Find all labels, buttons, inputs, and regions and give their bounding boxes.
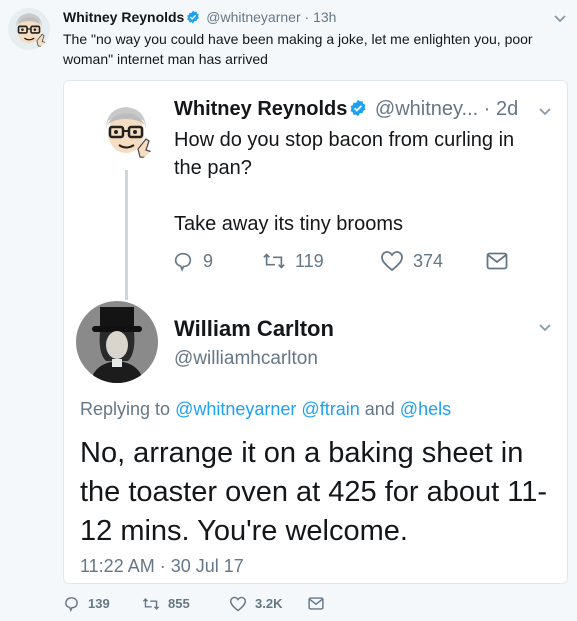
retweet-action[interactable]: 119 xyxy=(262,250,380,272)
retweet-action[interactable]: 855 xyxy=(142,596,229,612)
quoted-text-line2: Take away its tiny brooms xyxy=(174,213,403,235)
quoted-tweet-actions: 9 119 374 xyxy=(172,250,508,272)
author-handle[interactable]: @whitneyarner xyxy=(206,9,300,25)
avatar[interactable] xyxy=(8,8,50,50)
reply-action[interactable]: 9 xyxy=(172,250,262,272)
retweet-icon xyxy=(142,596,160,612)
reply-author-name[interactable]: William Carlton xyxy=(174,316,334,342)
direct-message-icon xyxy=(486,252,508,270)
mention-link[interactable]: @whitneyarner xyxy=(175,399,296,419)
like-action[interactable]: 3.2K xyxy=(229,596,308,612)
mention-link[interactable]: @ftrain xyxy=(301,399,359,419)
separator: · xyxy=(483,98,491,120)
direct-message-action[interactable] xyxy=(308,597,324,610)
tweet-time[interactable]: 13h xyxy=(313,9,336,25)
chevron-down-icon[interactable] xyxy=(538,104,552,122)
like-icon xyxy=(229,596,247,612)
reply-icon xyxy=(63,595,80,612)
quoted-avatar[interactable] xyxy=(94,99,158,163)
reply-author-handle[interactable]: @williamhcarlton xyxy=(174,348,318,370)
verified-badge-icon xyxy=(186,10,200,27)
thread-connector-line xyxy=(125,170,128,300)
author-name[interactable]: Whitney Reynolds xyxy=(63,9,184,25)
quoted-tweet-time[interactable]: 2d xyxy=(496,98,518,120)
reply-count: 139 xyxy=(88,596,110,611)
quoted-text-line1: How do you stop bacon from curling in th… xyxy=(174,129,515,179)
chevron-down-icon[interactable] xyxy=(553,11,567,29)
direct-message-icon xyxy=(308,597,324,610)
like-count: 3.2K xyxy=(255,596,283,611)
reply-icon xyxy=(172,250,194,272)
mention-link[interactable]: @hels xyxy=(400,399,451,419)
retweet-count: 855 xyxy=(168,596,190,611)
quoted-author-name[interactable]: Whitney Reynolds xyxy=(174,98,347,120)
verified-badge-icon xyxy=(349,99,367,123)
like-count: 374 xyxy=(413,250,444,271)
quoted-tweet-text: How do you stop bacon from curling in th… xyxy=(174,126,544,238)
tweet-text: The "no way you could have been making a… xyxy=(63,31,533,67)
main-tweet-actions: 139 855 3.2K xyxy=(63,595,324,612)
like-action[interactable]: 374 xyxy=(380,250,486,272)
chevron-down-icon[interactable] xyxy=(538,320,552,338)
main-tweet-header: Whitney Reynolds @whitneyarner · 13h xyxy=(63,9,336,27)
reply-timestamp[interactable]: 11:22 AM · 30 Jul 17 xyxy=(80,556,244,577)
retweet-count: 119 xyxy=(295,250,324,271)
separator: · xyxy=(304,9,310,25)
reply-author-avatar[interactable] xyxy=(76,301,158,383)
quoted-tweet-header: Whitney Reynolds @whitney... · 2d xyxy=(174,98,518,123)
quoted-author-handle[interactable]: @whitney... xyxy=(375,98,478,120)
retweet-icon xyxy=(262,250,286,272)
replying-to: Replying to @whitneyarner @ftrain and @h… xyxy=(80,399,451,420)
reply-tweet-text: No, arrange it on a baking sheet in the … xyxy=(80,437,548,547)
tweet: Whitney Reynolds @whitneyarner · 13h The… xyxy=(0,0,577,621)
reply-count: 9 xyxy=(203,250,214,271)
replying-prefix: Replying to xyxy=(80,399,171,419)
like-icon xyxy=(380,250,404,272)
reply-action[interactable]: 139 xyxy=(63,595,142,612)
replying-and: and xyxy=(364,399,395,419)
direct-message-action[interactable] xyxy=(486,252,508,270)
